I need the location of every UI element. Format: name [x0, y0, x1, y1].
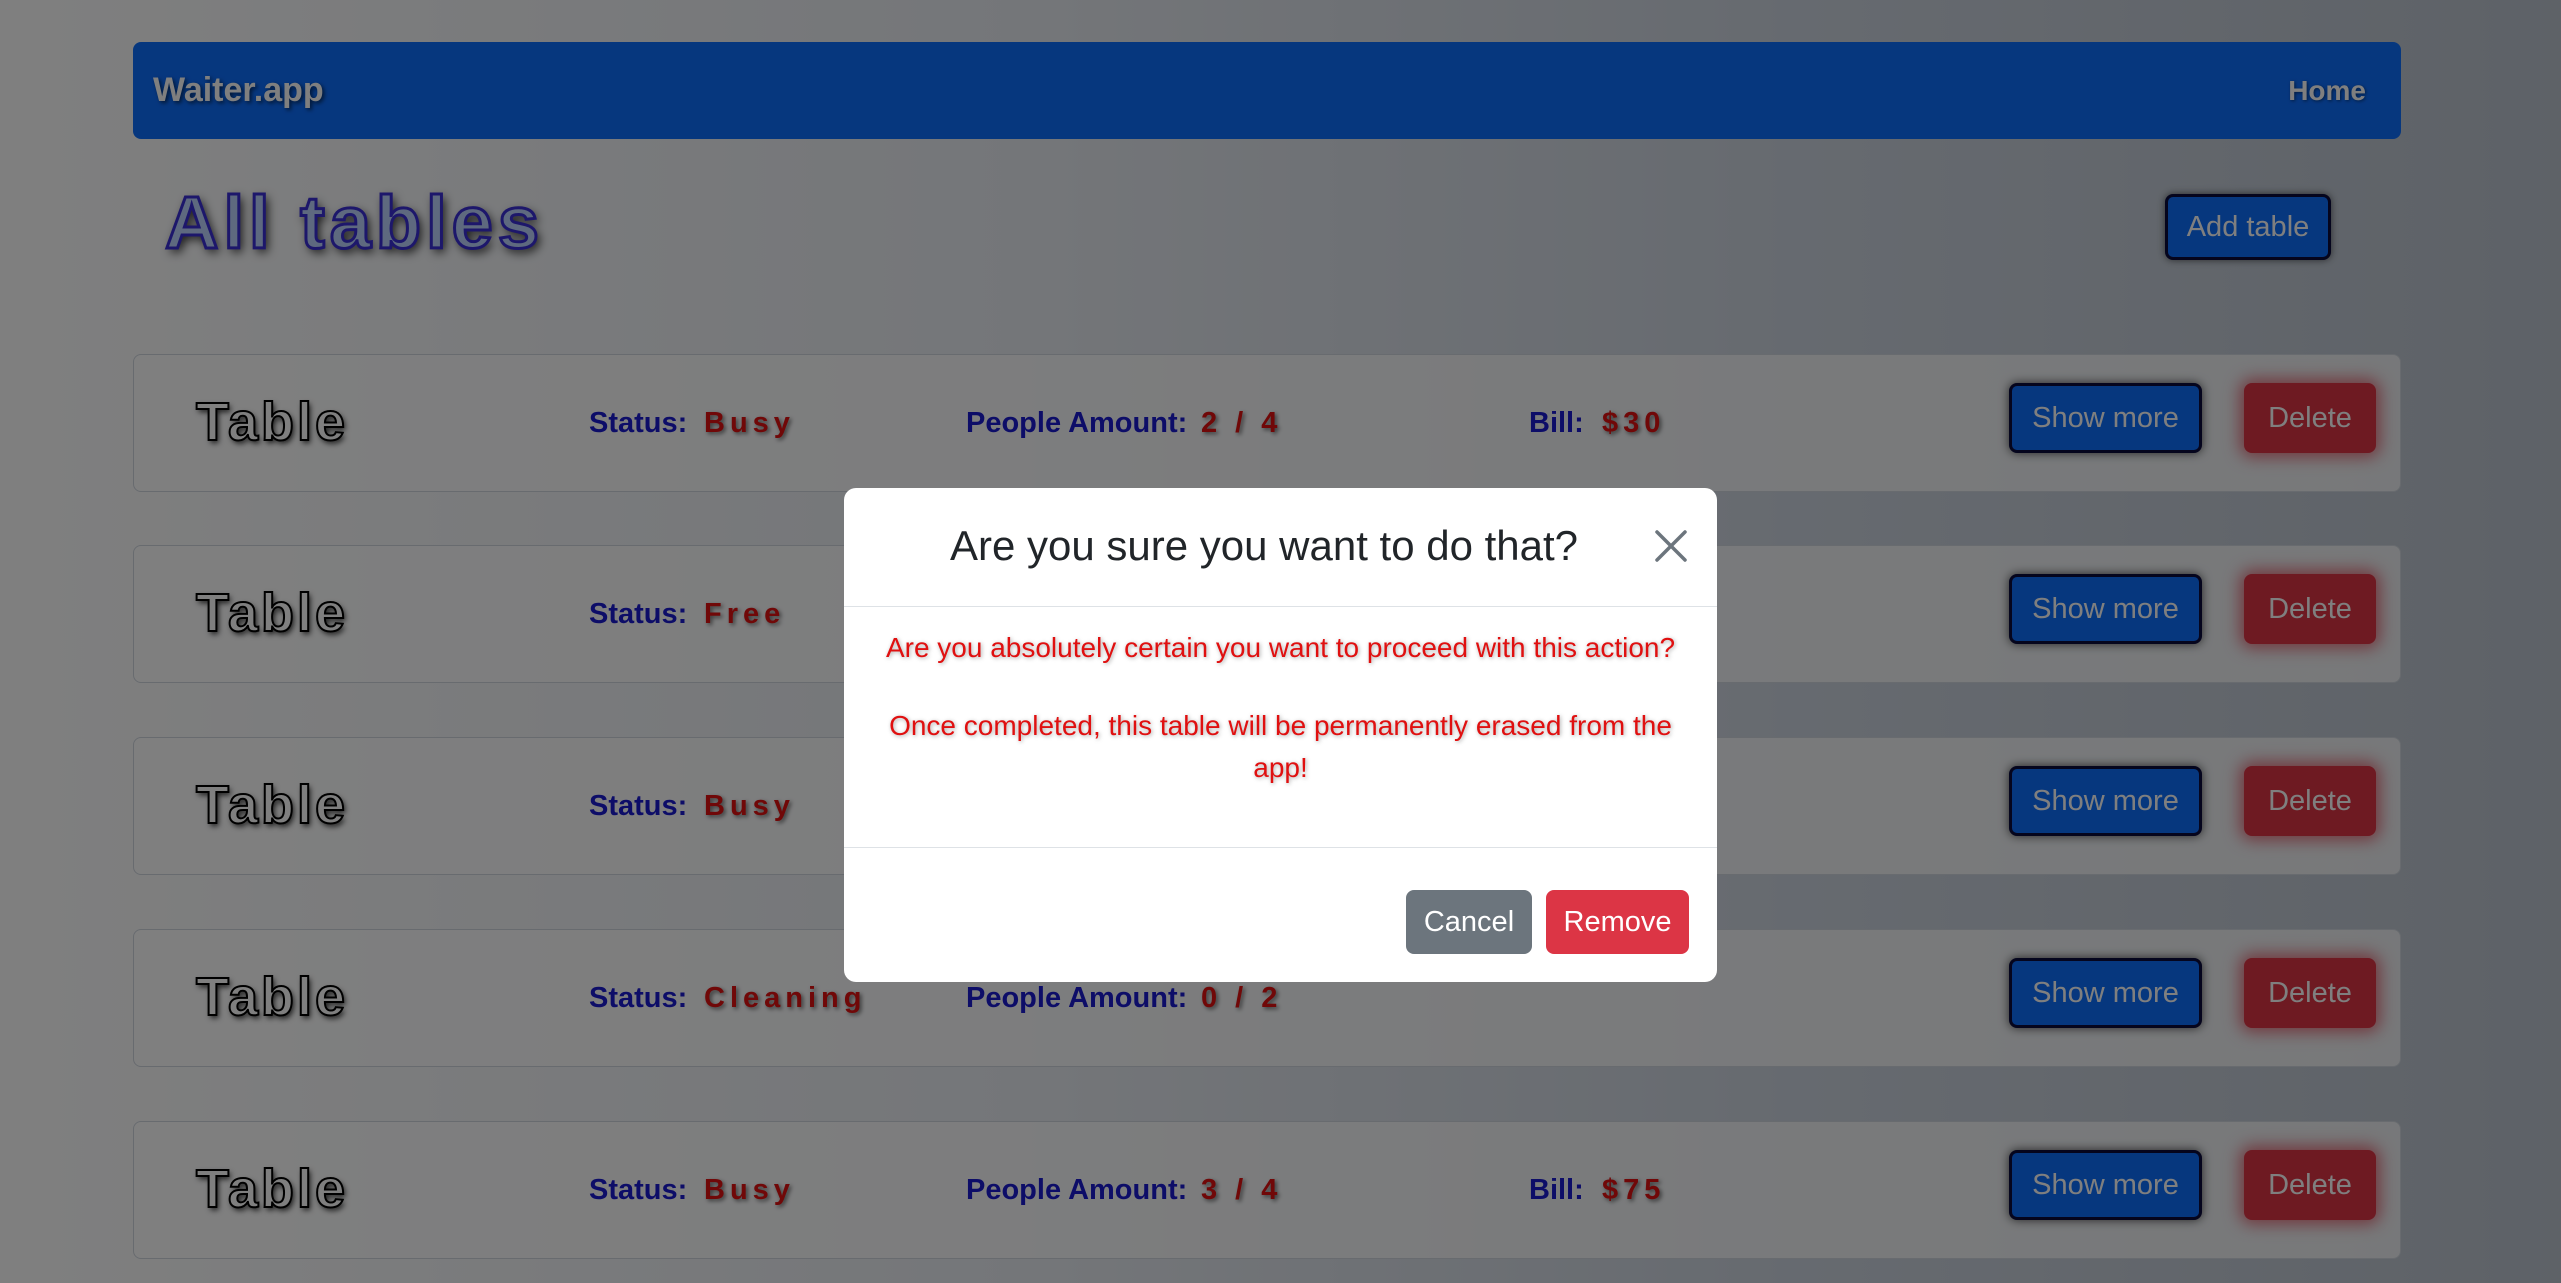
close-icon[interactable] [1651, 526, 1691, 566]
modal-title: Are you sure you want to do that? [949, 522, 1579, 569]
confirm-delete-modal: Are you sure you want to do that? Are yo… [844, 488, 1717, 982]
cancel-button[interactable]: Cancel [1406, 890, 1532, 954]
remove-button[interactable]: Remove [1546, 890, 1689, 954]
modal-message-confirm: Are you absolutely certain you want to p… [885, 632, 1676, 663]
modal-header: Are you sure you want to do that? [844, 488, 1717, 607]
modal-body: Are you absolutely certain you want to p… [844, 607, 1717, 848]
page: Waiter.app Home All tables Add table Tab… [0, 0, 2561, 1283]
modal-message-warning: Once completed, this table will be perma… [889, 710, 1672, 783]
